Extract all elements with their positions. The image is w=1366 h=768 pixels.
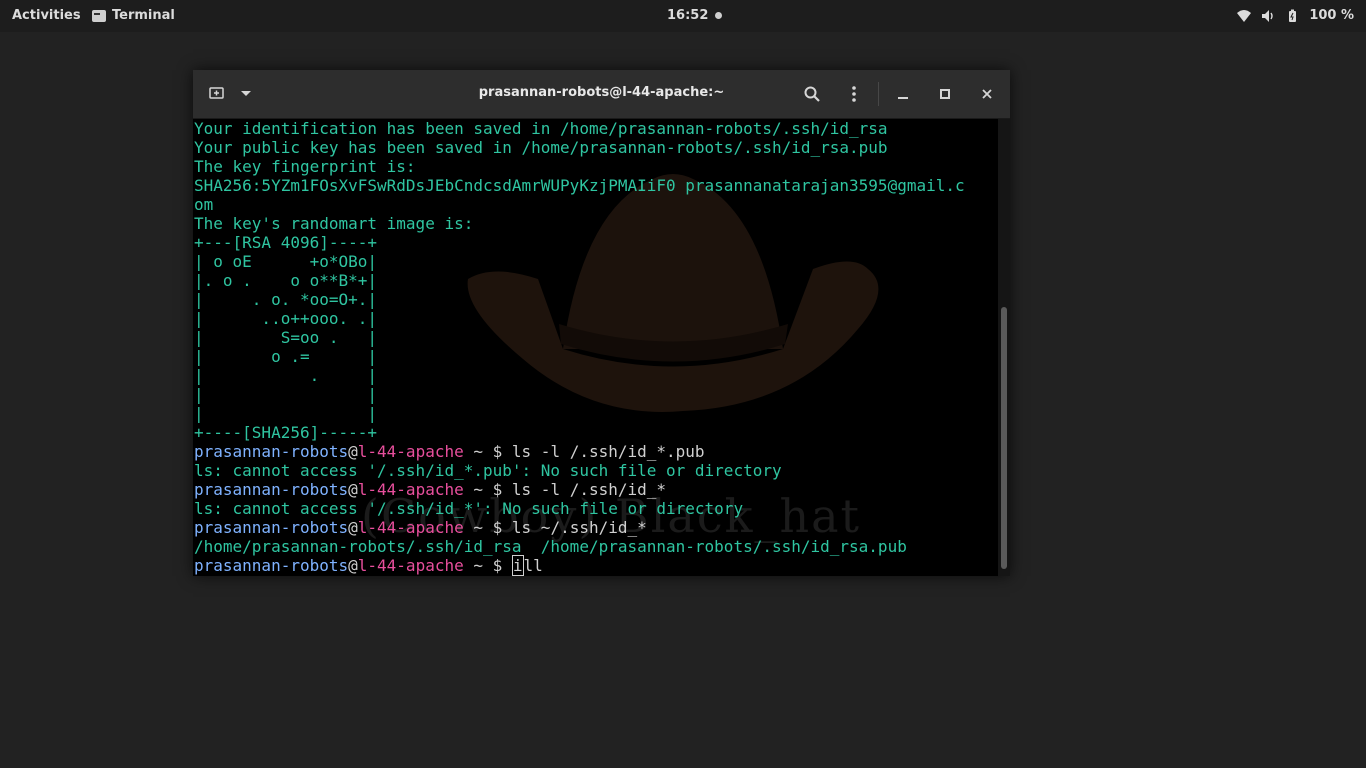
output-line: | o .= | xyxy=(194,347,378,366)
output-line: Your identification has been saved in /h… xyxy=(194,119,888,138)
output-line: The key fingerprint is: xyxy=(194,157,416,176)
wifi-icon xyxy=(1237,9,1252,22)
terminal-window: prasannan-robots@l-44-apache:~ (Cowboy) … xyxy=(193,70,1010,576)
app-menu[interactable]: Terminal xyxy=(92,8,175,23)
title-bar-separator xyxy=(878,82,879,106)
title-bar[interactable]: prasannan-robots@l-44-apache:~ xyxy=(193,70,1010,119)
prompt-user: prasannan-robots xyxy=(194,442,349,461)
prompt-at: @ xyxy=(348,442,358,461)
prompt-at: @ xyxy=(348,518,358,537)
prompt-host: l-44-apache xyxy=(357,480,464,499)
output-line: /home/prasannan-robots/.ssh/id_rsa /home… xyxy=(194,537,907,556)
battery-percentage: 100 % xyxy=(1309,8,1354,23)
maximize-icon[interactable] xyxy=(933,82,957,106)
prompt-user: prasannan-robots xyxy=(194,518,349,537)
output-line: +----[SHA256]-----+ xyxy=(194,423,378,442)
output-line: | ..o++ooo. .| xyxy=(194,309,378,328)
search-icon[interactable] xyxy=(800,82,824,106)
current-prompt-line[interactable]: prasannan-robots@l-44-apache ~ $ ill xyxy=(194,555,965,576)
output-line: om xyxy=(194,195,214,214)
kebab-menu-icon[interactable] xyxy=(842,82,866,106)
output-line: ls: cannot access '/.ssh/id_*': No such … xyxy=(194,499,744,518)
prompt-tail: ~ $ xyxy=(463,556,512,575)
close-icon[interactable] xyxy=(975,82,999,106)
output-line: The key's randomart image is: xyxy=(194,214,474,233)
terminal-app-icon xyxy=(92,9,106,22)
prompt-host: l-44-apache xyxy=(357,518,464,537)
prompt-line: prasannan-robots@l-44-apache ~ $ ls ~/.s… xyxy=(194,518,965,537)
prompt-at: @ xyxy=(348,480,358,499)
output-line: SHA256:5YZm1FOsXvFSwRdDsJEbCndcsdAmrWUPy… xyxy=(194,176,965,195)
output-line: +---[RSA 4096]----+ xyxy=(194,233,378,252)
clock[interactable]: 16:52 xyxy=(667,8,708,23)
prompt-host: l-44-apache xyxy=(357,556,464,575)
activities-button[interactable]: Activities xyxy=(12,8,81,23)
app-menu-label: Terminal xyxy=(112,8,175,23)
output-line: | . | xyxy=(194,366,378,385)
notification-dot-icon xyxy=(715,12,722,19)
output-line: | | xyxy=(194,385,378,404)
terminal-lines: Your identification has been saved in /h… xyxy=(194,119,965,576)
prompt-line: prasannan-robots@l-44-apache ~ $ ls -l /… xyxy=(194,480,965,499)
prompt-user: prasannan-robots xyxy=(194,556,349,575)
system-tray[interactable]: 100 % xyxy=(1237,8,1354,23)
command-text: ls -l /.ssh/id_* xyxy=(511,480,667,499)
terminal-output[interactable]: (Cowboy) Black_hat Your identification h… xyxy=(193,119,998,576)
output-line: | | xyxy=(194,404,378,423)
prompt-user: prasannan-robots xyxy=(194,480,349,499)
output-line: ls: cannot access '/.ssh/id_*.pub': No s… xyxy=(194,461,782,480)
prompt-at: @ xyxy=(348,556,358,575)
output-line: | S=oo . | xyxy=(194,328,378,347)
volume-icon xyxy=(1262,9,1274,22)
scrollbar-thumb[interactable] xyxy=(1001,307,1007,569)
prompt-tail: ~ $ xyxy=(463,442,512,461)
command-text: ls ~/.ssh/id_* xyxy=(511,518,647,537)
prompt-tail: ~ $ xyxy=(463,480,512,499)
output-line: |. o . o o**B*+| xyxy=(194,271,378,290)
text-cursor: i xyxy=(511,555,524,576)
top-bar: Activities Terminal 16:52 100 % xyxy=(0,0,1366,32)
current-input[interactable]: ll xyxy=(524,556,543,575)
scrollbar[interactable] xyxy=(998,119,1010,576)
minimize-icon[interactable] xyxy=(891,82,915,106)
window-title: prasannan-robots@l-44-apache:~ xyxy=(478,85,725,100)
prompt-host: l-44-apache xyxy=(357,442,464,461)
battery-icon xyxy=(1289,9,1297,22)
output-line: | o oE +o*OBo| xyxy=(194,252,378,271)
output-line: | . o. *oo=O+.| xyxy=(194,290,378,309)
output-line: Your public key has been saved in /home/… xyxy=(194,138,888,157)
prompt-tail: ~ $ xyxy=(463,518,512,537)
command-text: ls -l /.ssh/id_*.pub xyxy=(511,442,705,461)
prompt-line: prasannan-robots@l-44-apache ~ $ ls -l /… xyxy=(194,442,965,461)
